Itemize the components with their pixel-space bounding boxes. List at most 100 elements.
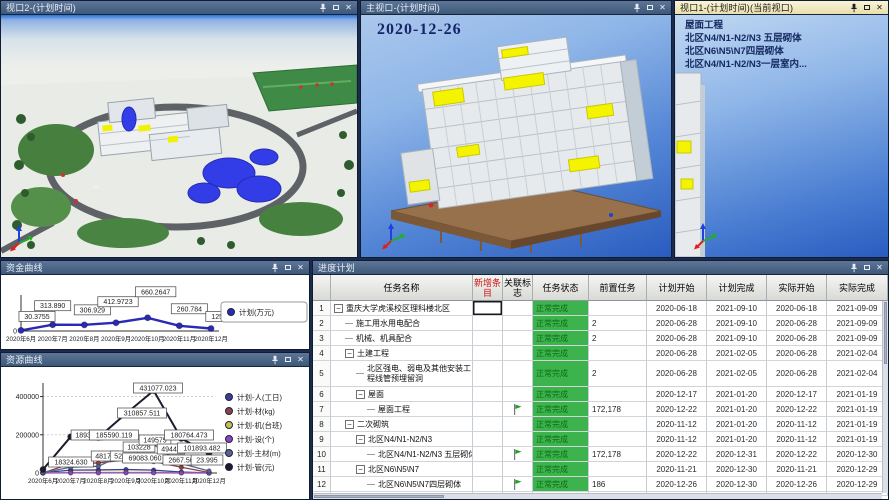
main-3d-canvas[interactable]: 2020-12-26 [361,15,671,257]
planned-start-cell[interactable]: 2020-12-17 [647,387,707,402]
planned-start-cell[interactable]: 2020-06-18 [647,301,707,316]
predecessor-cell[interactable] [589,462,647,477]
pin-icon[interactable] [268,354,281,366]
task-status-cell[interactable]: 正常完成 [533,447,589,462]
actual-start-cell[interactable]: 2020-11-21 [767,462,827,477]
actual-start-cell[interactable]: 2020-11-12 [767,432,827,447]
task-name-cell[interactable]: −二次砌筑 [331,417,473,432]
new-entry-cell[interactable] [473,402,503,417]
task-row[interactable]: 11−北区N6\N5\N7正常完成2020-11-212020-12-30202… [313,462,888,477]
scrollbar-thumb[interactable] [314,495,444,498]
actual-finish-cell[interactable]: 2021-02-04 [827,361,888,387]
row-number[interactable]: 8 [313,417,331,432]
planned-finish-cell[interactable]: 2021-09-10 [707,316,767,331]
planned-start-cell[interactable]: 2020-06-28 [647,316,707,331]
column-header[interactable]: 实际完成 [827,275,888,301]
row-number[interactable]: 7 [313,402,331,417]
pin-icon[interactable] [316,2,329,14]
task-status-cell[interactable]: 正常完成 [533,316,589,331]
actual-finish-cell[interactable]: 2020-12-29 [827,477,888,492]
money-curve-titlebar[interactable]: 资金曲线 ✕ [1,261,309,275]
actual-start-cell[interactable]: 2020-06-18 [767,301,827,316]
maximize-icon[interactable] [643,2,656,14]
collapse-toggle-icon[interactable]: − [356,435,365,444]
actual-start-cell[interactable]: 2020-11-12 [767,417,827,432]
column-header[interactable]: 实际开始 [767,275,827,301]
pin-icon[interactable] [630,2,643,14]
column-header[interactable]: 任务状态 [533,275,589,301]
planned-finish-cell[interactable]: 2020-12-30 [707,477,767,492]
new-entry-cell[interactable] [473,477,503,492]
task-row[interactable]: 8−二次砌筑正常完成2020-11-122021-01-202020-11-12… [313,417,888,432]
actual-finish-cell[interactable]: 2021-01-19 [827,417,888,432]
task-status-cell[interactable]: 正常完成 [533,432,589,447]
new-entry-cell[interactable] [473,432,503,447]
new-entry-cell[interactable] [473,387,503,402]
planned-finish-cell[interactable]: 2021-01-20 [707,387,767,402]
task-row[interactable]: 5北区强电、弱电及其他安装工程线管预埋留洞正常完成22020-06-282021… [313,361,888,387]
link-flag-cell[interactable] [503,417,533,432]
link-flag-cell[interactable] [503,346,533,361]
predecessor-cell[interactable]: 186 [589,477,647,492]
predecessor-cell[interactable]: 172,178 [589,447,647,462]
predecessor-cell[interactable]: 2 [589,331,647,346]
predecessor-cell[interactable]: 2 [589,361,647,387]
task-row[interactable]: 6−屋面正常完成2020-12-172021-01-202020-12-1720… [313,387,888,402]
planned-start-cell[interactable]: 2020-12-22 [647,402,707,417]
actual-finish-cell[interactable]: 2021-01-19 [827,387,888,402]
close-icon[interactable]: ✕ [294,354,307,366]
link-flag-cell[interactable] [503,432,533,447]
resource-curve-titlebar[interactable]: 资源曲线 ✕ [1,353,309,367]
predecessor-cell[interactable] [589,346,647,361]
task-row[interactable]: 7屋面工程正常完成172,1782020-12-222021-01-202020… [313,402,888,417]
task-status-cell[interactable]: 正常完成 [533,477,589,492]
task-name-cell[interactable]: −土建工程 [331,346,473,361]
new-entry-cell[interactable] [473,361,503,387]
planned-finish-cell[interactable]: 2020-12-31 [707,447,767,462]
close-icon[interactable]: ✕ [342,2,355,14]
row-number[interactable]: 2 [313,316,331,331]
row-number[interactable]: 9 [313,432,331,447]
close-icon[interactable]: ✕ [294,262,307,274]
task-row[interactable]: 10北区N4/N1-N2/N3 五层砌体正常完成172,1782020-12-2… [313,447,888,462]
actual-start-cell[interactable]: 2020-12-17 [767,387,827,402]
task-status-cell[interactable]: 正常完成 [533,346,589,361]
actual-start-cell[interactable]: 2020-06-28 [767,316,827,331]
task-name-cell[interactable]: 北区N6\N5\N7四层砌体 [331,477,473,492]
actual-finish-cell[interactable]: 2021-02-04 [827,346,888,361]
row-number[interactable]: 12 [313,477,331,492]
predecessor-cell[interactable] [589,432,647,447]
row-number[interactable]: 1 [313,301,331,316]
collapse-toggle-icon[interactable]: − [345,420,354,429]
column-header[interactable]: 计划开始 [647,275,707,301]
task-name-cell[interactable]: −重庆大学虎溪校区理科楼北区 [331,301,473,316]
row-number[interactable]: 10 [313,447,331,462]
close-icon[interactable]: ✕ [873,2,886,14]
task-name-cell[interactable]: −北区N6\N5\N7 [331,462,473,477]
task-name-cell[interactable]: 施工用水用电配合 [331,316,473,331]
new-entry-cell[interactable] [473,346,503,361]
planned-finish-cell[interactable]: 2021-01-20 [707,417,767,432]
actual-start-cell[interactable]: 2020-12-22 [767,447,827,462]
task-row[interactable]: 4−土建工程正常完成2020-06-282021-02-052020-06-28… [313,346,888,361]
pin-icon[interactable] [847,262,860,274]
link-flag-cell[interactable] [503,361,533,387]
task-name-cell[interactable]: 机械、机具配合 [331,331,473,346]
collapse-toggle-icon[interactable]: − [334,304,343,313]
planned-start-cell[interactable]: 2020-12-22 [647,447,707,462]
actual-start-cell[interactable]: 2020-12-22 [767,402,827,417]
column-header[interactable]: 关联标志 [503,275,533,301]
actual-finish-cell[interactable]: 2021-09-09 [827,331,888,346]
task-row[interactable]: 2施工用水用电配合正常完成22020-06-282021-09-102020-0… [313,316,888,331]
task-row[interactable]: 3机械、机具配合正常完成22020-06-282021-09-102020-06… [313,331,888,346]
actual-start-cell[interactable]: 2020-12-26 [767,477,827,492]
maximize-icon[interactable] [281,354,294,366]
close-icon[interactable]: ✕ [873,262,886,274]
task-name-cell[interactable]: −北区N4/N1-N2/N3 [331,432,473,447]
actual-start-cell[interactable]: 2020-06-28 [767,346,827,361]
planned-start-cell[interactable]: 2020-11-12 [647,432,707,447]
planned-finish-cell[interactable]: 2021-01-20 [707,432,767,447]
row-number[interactable]: 3 [313,331,331,346]
new-entry-cell[interactable] [473,417,503,432]
task-status-cell[interactable]: 正常完成 [533,417,589,432]
